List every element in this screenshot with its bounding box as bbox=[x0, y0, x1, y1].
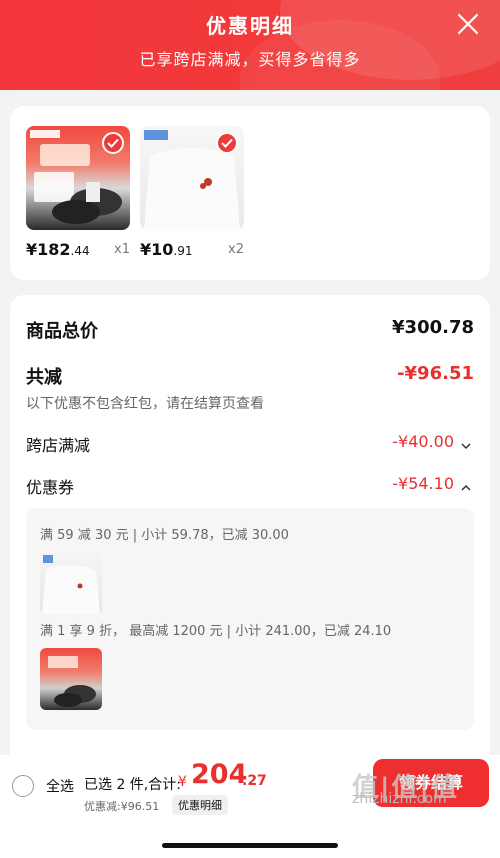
total-reduce-label: 共减 bbox=[26, 367, 62, 388]
total-amount-int: 204 bbox=[191, 759, 248, 790]
price-int: ¥10 bbox=[140, 240, 174, 259]
select-all-label[interactable]: 全选 bbox=[46, 776, 74, 796]
product-qty: x1 bbox=[114, 242, 130, 257]
coupon-label[interactable]: 优惠券 bbox=[26, 474, 74, 498]
product-qty: x2 bbox=[228, 242, 244, 257]
total-price-value: ¥300.78 bbox=[392, 317, 474, 338]
coupon-value[interactable]: -¥54.10 bbox=[392, 474, 454, 493]
price-int: ¥182 bbox=[26, 240, 71, 259]
price-dec: .44 bbox=[70, 244, 90, 258]
product-price: ¥182.44 bbox=[26, 240, 90, 259]
cross-store-label[interactable]: 跨店满减 bbox=[26, 432, 90, 456]
select-all-radio[interactable] bbox=[12, 775, 34, 797]
coupon-details: 满 59 减 30 元 | 小计 59.78，已减 30.00 满 1 享 9 … bbox=[26, 508, 474, 730]
discount-detail-button[interactable]: 优惠明细 bbox=[172, 795, 228, 815]
coupon-rule: 满 1 享 9 折， 最高减 1200 元 | 小计 241.00，已减 24.… bbox=[40, 624, 392, 639]
page-subtitle: 已享跨店满减，买得多省得多 bbox=[139, 50, 361, 69]
watermark: zhizhizhi.com bbox=[352, 791, 447, 807]
home-indicator[interactable] bbox=[162, 843, 338, 848]
product-image-tshirt[interactable] bbox=[140, 126, 244, 230]
chevron-up-icon[interactable] bbox=[460, 479, 472, 491]
total-currency: ¥ bbox=[178, 774, 187, 790]
bottom-checkout-bar: 全选 已选 2 件,合计: ¥ 204 .27 优惠减:¥96.51 优惠明细 … bbox=[0, 755, 500, 858]
coupon-rule: 满 59 减 30 元 | 小计 59.78，已减 30.00 bbox=[40, 528, 289, 543]
check-icon[interactable] bbox=[216, 132, 238, 154]
coupon-product-thumbnail[interactable] bbox=[40, 648, 102, 710]
check-icon[interactable] bbox=[102, 132, 124, 154]
price-dec: .91 bbox=[173, 244, 193, 258]
total-amount-dec: .27 bbox=[242, 773, 267, 789]
product-price: ¥10.91 bbox=[140, 240, 193, 259]
discount-summary: 优惠减:¥96.51 bbox=[84, 800, 160, 813]
total-reduce-value: -¥96.51 bbox=[397, 363, 474, 384]
discount-summary-card: 商品总价 ¥300.78 共减 -¥96.51 以下优惠不包含红包，请在结算页查… bbox=[10, 295, 490, 765]
total-price-label: 商品总价 bbox=[26, 321, 98, 342]
selected-products-card: ¥182.44 x1 ¥10.91 x2 bbox=[10, 106, 490, 280]
discount-note: 以下优惠不包含红包，请在结算页查看 bbox=[26, 396, 264, 412]
cross-store-value[interactable]: -¥40.00 bbox=[392, 432, 454, 451]
product-image-brake-pads[interactable] bbox=[26, 126, 130, 230]
coupon-product-thumbnail[interactable] bbox=[40, 552, 102, 614]
header: 优惠明细 已享跨店满减，买得多省得多 bbox=[0, 0, 500, 90]
page-title: 优惠明细 bbox=[206, 14, 294, 38]
chevron-down-icon[interactable] bbox=[460, 437, 472, 450]
selected-info: 已选 2 件,合计: bbox=[84, 777, 181, 793]
close-icon[interactable] bbox=[456, 12, 480, 36]
